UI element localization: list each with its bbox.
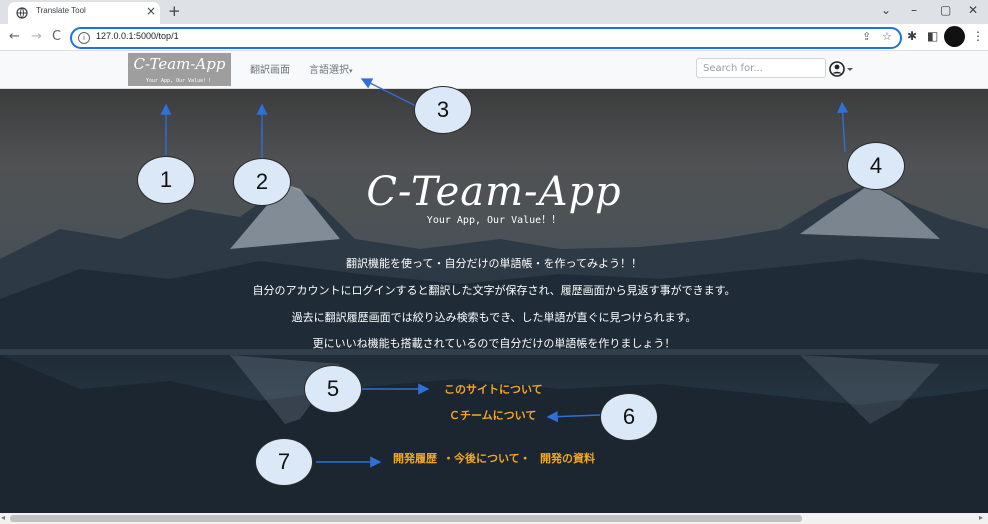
scroll-right-icon[interactable]: ▸ <box>979 513 983 522</box>
annotation-badge-6: 6 <box>600 393 658 441</box>
bookmark-star-icon[interactable]: ☆ <box>882 30 892 43</box>
share-icon[interactable]: ⇪ <box>862 30 871 43</box>
hero-tagline: Your App, Our Value！！ <box>426 215 562 226</box>
window-close-button[interactable]: ✕ <box>968 3 978 17</box>
language-dropdown-label: 言語選択 <box>309 65 349 76</box>
annotation-badge-2: 2 <box>233 158 291 206</box>
future-plans-link[interactable]: ・今後について・ <box>443 450 531 466</box>
hero-section: C-Team-App Your App, Our Value！！ 翻訳機能を使っ… <box>0 89 988 513</box>
description-line: 更にいいね機能も搭載されているので自分だけの単語帳を作りましょう！ <box>312 337 676 350</box>
user-menu-dropdown[interactable] <box>829 60 855 78</box>
window-minimize-button[interactable]: – <box>911 3 917 17</box>
url-text[interactable]: 127.0.0.1:5000/top/1 <box>96 31 179 41</box>
reload-button[interactable]: C <box>52 29 61 44</box>
scrollbar-thumb[interactable] <box>10 515 802 522</box>
side-panel-icon[interactable]: ◧ <box>927 29 938 43</box>
scroll-left-icon[interactable]: ◂ <box>1 513 5 522</box>
browser-tab-bar: Translate Tool × + ⌄ – ▢ ✕ <box>0 0 988 24</box>
tab-search-icon[interactable]: ⌄ <box>881 3 891 17</box>
dev-materials-link[interactable]: 開発の資料 <box>540 450 595 466</box>
caret-down-icon: ▾ <box>349 67 353 75</box>
description-line: 過去に翻訳履歴画面では絞り込み検索もでき、した単語が直ぐに見つけられます。 <box>291 311 697 324</box>
annotation-badge-1: 1 <box>137 156 195 204</box>
forward-button[interactable]: → <box>31 29 42 44</box>
back-button[interactable]: ← <box>9 29 20 44</box>
annotation-badge-7: 7 <box>255 438 313 486</box>
about-site-link[interactable]: このサイトについて <box>444 381 543 397</box>
user-circle-icon <box>829 61 853 77</box>
browser-menu-icon[interactable]: ⋮ <box>972 29 984 43</box>
site-navbar: C-Team-App Your App, Our Value！！ 翻訳画面 言語… <box>0 51 988 89</box>
description-line: 翻訳機能を使って・自分だけの単語帳・を作ってみよう！！ <box>346 257 642 270</box>
brand-name: C-Team-App <box>133 55 226 73</box>
new-tab-button[interactable]: + <box>168 2 181 20</box>
search-input[interactable] <box>696 58 826 78</box>
tab-title: Translate Tool <box>36 6 86 15</box>
url-input[interactable]: i 127.0.0.1:5000/top/1 ⇪ ☆ <box>70 27 902 49</box>
window-restore-button[interactable]: ▢ <box>940 3 951 17</box>
about-team-link[interactable]: Ｃチームについて <box>449 407 536 423</box>
extensions-icon[interactable]: ✱ <box>907 29 917 43</box>
site-info-icon[interactable]: i <box>78 32 90 44</box>
profile-avatar[interactable] <box>944 26 965 47</box>
nav-link-translate[interactable]: 翻訳画面 <box>250 61 290 76</box>
annotation-badge-5: 5 <box>304 365 362 413</box>
horizontal-scrollbar[interactable]: ◂ ▸ <box>0 513 988 524</box>
language-dropdown[interactable]: 言語選択▾ <box>309 61 353 76</box>
tab-close-icon[interactable]: × <box>146 4 156 18</box>
annotation-badge-4: 4 <box>847 142 905 190</box>
globe-icon <box>16 7 28 19</box>
annotation-badge-3: 3 <box>414 86 472 134</box>
brand-logo[interactable]: C-Team-App Your App, Our Value！！ <box>128 53 231 86</box>
browser-tab[interactable]: Translate Tool × <box>8 2 160 24</box>
dev-history-link[interactable]: 開発履歴 <box>393 450 437 466</box>
description-line: 自分のアカウントにログインすると翻訳した文字が保存され、履歴画面から見返す事がで… <box>252 284 736 297</box>
browser-address-bar: ← → C i 127.0.0.1:5000/top/1 ⇪ ☆ ✱ ◧ ⋮ <box>0 24 988 51</box>
brand-tagline: Your App, Our Value！！ <box>145 78 214 84</box>
